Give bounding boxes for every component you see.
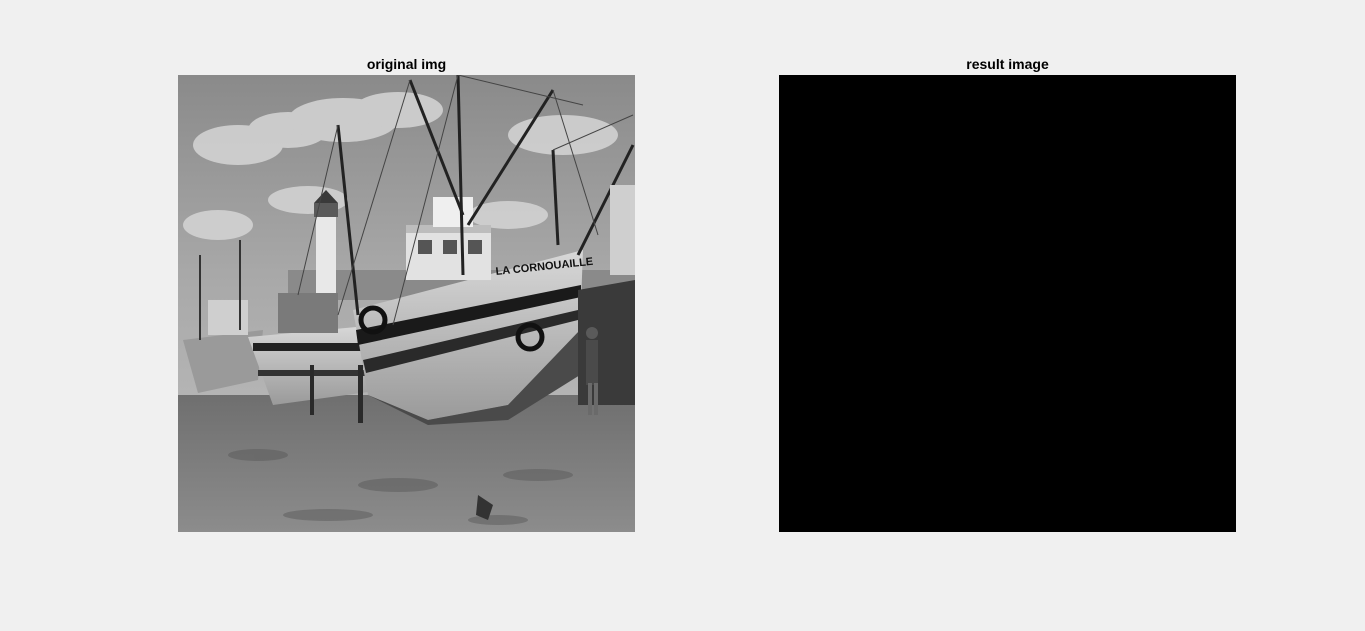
figure-window: original img LA CORNOUAILLE result image (0, 0, 1365, 631)
original-image-axes: LA CORNOUAILLE (178, 75, 635, 532)
subplot-title-original: original img (366, 56, 447, 72)
subplot-title-result: result image (966, 56, 1049, 72)
result-image (779, 75, 1236, 532)
original-image: LA CORNOUAILLE (178, 75, 635, 532)
result-image-axes (779, 75, 1236, 532)
